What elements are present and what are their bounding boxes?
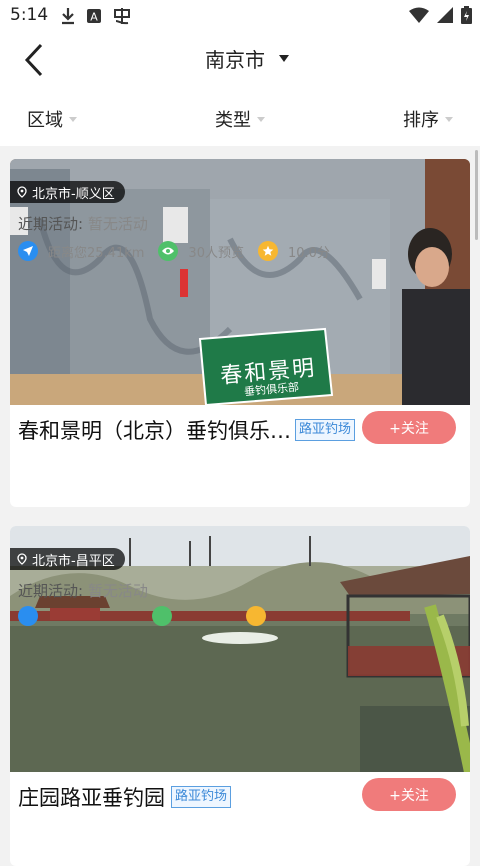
- views-text: 30人预览: [188, 245, 244, 261]
- filter-bar: 区域 类型 排序: [0, 88, 480, 146]
- venue-title[interactable]: 春和景明（北京）垂钓俱乐…: [18, 415, 291, 445]
- filter-caret-icon: [445, 116, 453, 122]
- follow-button[interactable]: +关注: [362, 411, 456, 444]
- navigation-icon: [18, 606, 38, 626]
- city-label: 南京市: [205, 48, 265, 72]
- filter-caret-icon: [257, 116, 265, 122]
- venue-photo[interactable]: 春和景明 垂钓俱乐部 北京市-顺义区: [10, 159, 470, 405]
- recent-activity: 近期活动: 暂无活动: [18, 580, 148, 601]
- activity-label: 近期活动:: [18, 582, 84, 600]
- activity-value: 暂无活动: [87, 215, 148, 233]
- navigation-icon: [18, 241, 38, 261]
- title-row: 庄园路亚垂钓园 路亚钓场 +关注: [10, 772, 470, 820]
- status-icons-left: A: [60, 6, 132, 26]
- filter-region-label: 区域: [27, 110, 63, 131]
- location-pin-icon: [17, 186, 27, 198]
- venue-stats: 距离您25.41km 30人预览 10.0分: [18, 241, 344, 261]
- star-icon: [257, 241, 278, 261]
- city-selector[interactable]: 南京市: [205, 44, 289, 73]
- eye-icon: [152, 606, 172, 626]
- caret-down-icon: [279, 55, 289, 62]
- distance-text: 距离您25.41km: [48, 245, 145, 261]
- app-a-icon: A: [87, 9, 101, 24]
- wifi-icon: [409, 7, 429, 23]
- views-stat: [152, 606, 172, 626]
- views-stat: 30人预览: [158, 241, 244, 261]
- location-pin-icon: [17, 553, 27, 565]
- back-arrow-icon: [24, 43, 43, 77]
- follow-button[interactable]: +关注: [362, 778, 456, 811]
- svg-text:A: A: [90, 11, 98, 24]
- app-glyph-icon: [114, 8, 130, 25]
- venue-type-tag: 路亚钓场: [171, 786, 232, 808]
- download-icon: [62, 8, 74, 25]
- top-header: 南京市: [0, 32, 480, 88]
- location-badge: 北京市-昌平区: [10, 548, 125, 570]
- venue-card[interactable]: 北京市-昌平区 庄园路亚垂钓园 路亚钓场 +关注 近期活动: 暂无活动: [10, 526, 470, 866]
- filter-type-label: 类型: [215, 110, 251, 131]
- score-stat: [246, 606, 266, 626]
- score-text: 10.0分: [287, 245, 330, 261]
- recent-activity: 近期活动: 暂无活动: [18, 213, 148, 234]
- filter-region[interactable]: 区域: [27, 106, 77, 132]
- score-stat: 10.0分: [257, 241, 330, 261]
- status-icons-right: [409, 6, 472, 24]
- eye-icon: [158, 241, 179, 261]
- distance-stat: [18, 606, 38, 626]
- venue-type-tag: 路亚钓场: [295, 419, 356, 441]
- filter-caret-icon: [69, 116, 77, 122]
- filter-sort[interactable]: 排序: [403, 106, 453, 132]
- filter-type[interactable]: 类型: [215, 106, 265, 132]
- activity-label: 近期活动:: [18, 215, 84, 233]
- location-text: 北京市-昌平区: [32, 553, 115, 569]
- battery-icon: [461, 6, 472, 24]
- venue-card[interactable]: 春和景明 垂钓俱乐部 北京市-顺义区 春和景明（北京）垂钓俱乐… 路亚钓场 +关…: [10, 159, 470, 507]
- venue-title[interactable]: 庄园路亚垂钓园: [18, 782, 165, 812]
- signal-icon: [437, 7, 453, 23]
- distance-stat: 距离您25.41km: [18, 241, 144, 261]
- venue-photo[interactable]: 北京市-昌平区: [10, 526, 470, 772]
- location-text: 北京市-顺义区: [32, 186, 115, 202]
- scrollbar[interactable]: [475, 150, 478, 240]
- location-badge: 北京市-顺义区: [10, 181, 125, 203]
- activity-value: 暂无活动: [87, 582, 148, 600]
- title-row: 春和景明（北京）垂钓俱乐… 路亚钓场 +关注: [10, 405, 470, 453]
- filter-sort-label: 排序: [403, 110, 439, 131]
- status-bar: 5:14 A: [0, 0, 480, 32]
- status-time: 5:14: [10, 5, 49, 25]
- star-icon: [246, 606, 266, 626]
- back-button[interactable]: [14, 40, 54, 80]
- venue-stats: [18, 606, 280, 626]
